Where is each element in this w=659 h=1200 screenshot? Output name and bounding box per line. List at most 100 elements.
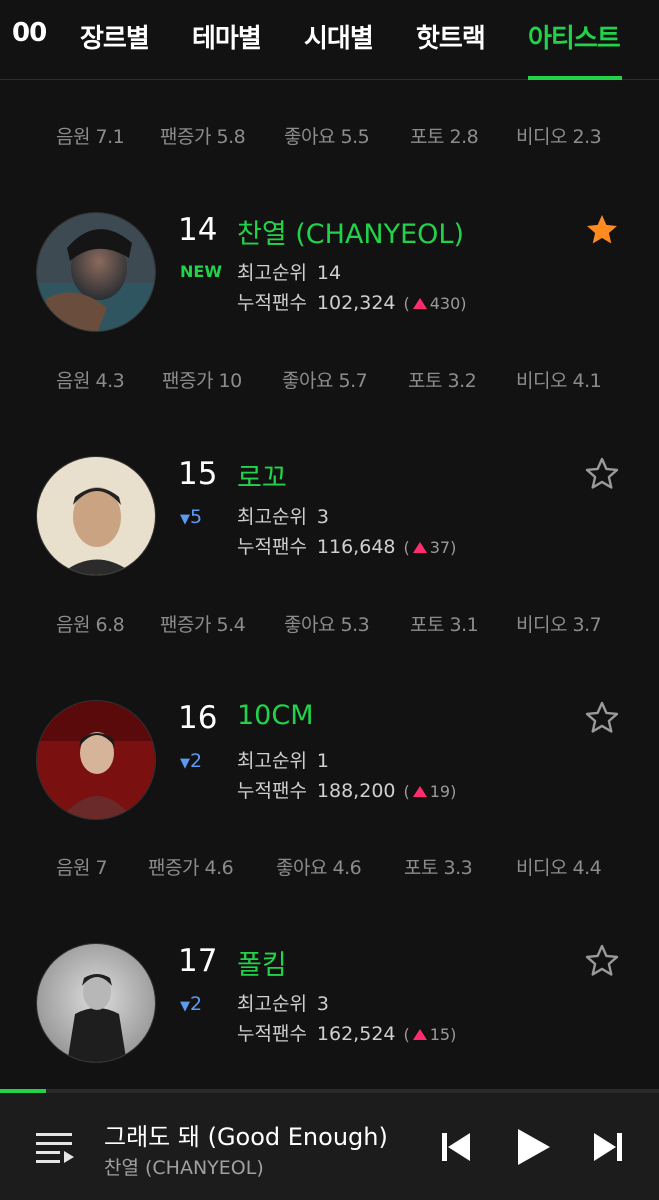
mini-player[interactable]: 그래도 돼 (Good Enough) 찬열 (CHANYEOL) — [0, 1093, 659, 1200]
fan-delta-value: 19 — [429, 782, 451, 801]
best-rank: 최고순위 14 — [237, 258, 341, 285]
star-icon[interactable] — [584, 212, 620, 248]
rank-change-value: 2 — [190, 993, 203, 1015]
stat-streaming: 음원 4.3 — [56, 370, 125, 392]
stats-row-16: 음원 7 팬증가 4.6 좋아요 4.6 포토 3.3 비디오 4.4 — [0, 853, 659, 883]
tab-theme[interactable]: 테마별 — [192, 18, 262, 55]
stat-likes: 좋아요 4.6 — [276, 857, 362, 879]
fan-delta-value: 37 — [429, 538, 451, 557]
artist-name[interactable]: 찬열 (CHANYEOL) — [237, 212, 464, 251]
stat-streaming: 음원 6.8 — [56, 614, 125, 636]
star-icon[interactable] — [584, 700, 620, 736]
best-rank-label: 최고순위 — [237, 750, 307, 772]
tab-era[interactable]: 시대별 — [304, 18, 374, 55]
down-arrow-icon: ▼ — [180, 999, 190, 1014]
artist-item[interactable]: 17 ▼2 폴킴 최고순위 3 누적팬수 162,524 (15) — [0, 943, 659, 1073]
avatar[interactable] — [36, 943, 156, 1063]
best-rank-label: 최고순위 — [237, 262, 307, 284]
best-rank-value: 1 — [316, 750, 330, 772]
now-playing-title[interactable]: 그래도 돼 (Good Enough) — [104, 1117, 388, 1152]
stat-likes: 좋아요 5.7 — [282, 370, 368, 392]
best-rank-value: 14 — [316, 262, 342, 284]
fan-count: 누적팬수 102,324 (430) — [237, 288, 467, 315]
down-arrow-icon: ▼ — [180, 512, 190, 527]
best-rank-value: 3 — [316, 993, 330, 1015]
tab-genre[interactable]: 장르별 — [80, 18, 150, 55]
fan-count-label: 누적팬수 — [237, 292, 307, 314]
avatar[interactable] — [36, 700, 156, 820]
play-icon[interactable] — [512, 1127, 552, 1167]
best-rank: 최고순위 3 — [237, 502, 329, 529]
artist-name[interactable]: 폴킴 — [237, 943, 287, 982]
stat-video: 비디오 4.4 — [516, 857, 602, 879]
skip-next-icon[interactable] — [588, 1127, 628, 1167]
now-playing-artist[interactable]: 찬열 (CHANYEOL) — [104, 1153, 264, 1180]
fan-delta: (19) — [403, 782, 457, 801]
fan-count-label: 누적팬수 — [237, 780, 307, 802]
stat-streaming: 음원 7 — [56, 857, 108, 879]
fan-count-value: 162,524 — [316, 1023, 396, 1045]
best-rank: 최고순위 3 — [237, 989, 329, 1016]
avatar[interactable] — [36, 456, 156, 576]
artist-name[interactable]: 로꼬 — [237, 456, 287, 495]
stat-photo: 포토 3.1 — [410, 614, 479, 636]
stat-fan-growth: 팬증가 5.8 — [160, 126, 246, 148]
rank-change-new: NEW — [180, 262, 222, 281]
rank-number: 15 — [178, 456, 218, 492]
avatar[interactable] — [36, 212, 156, 332]
stat-fan-growth: 팬증가 5.4 — [160, 614, 246, 636]
star-icon[interactable] — [584, 943, 620, 979]
rank-change-value: 5 — [190, 506, 203, 528]
stat-photo: 포토 3.2 — [408, 370, 477, 392]
tab-hottrack[interactable]: 핫트랙 — [416, 18, 486, 55]
fan-delta: (430) — [403, 294, 467, 313]
skip-previous-icon[interactable] — [436, 1127, 476, 1167]
rank-change: ▼5 — [180, 506, 202, 528]
fan-count: 누적팬수 188,200 (19) — [237, 776, 456, 803]
down-arrow-icon: ▼ — [180, 756, 190, 771]
stat-fan-growth: 팬증가 10 — [162, 370, 242, 392]
best-rank: 최고순위 1 — [237, 746, 329, 773]
stats-row-15: 음원 6.8 팬증가 5.4 좋아요 5.3 포토 3.1 비디오 3.7 — [0, 610, 659, 640]
best-rank-label: 최고순위 — [237, 993, 307, 1015]
stat-video: 비디오 3.7 — [516, 614, 602, 636]
fan-count: 누적팬수 116,648 (37) — [237, 532, 456, 559]
artist-item[interactable]: 14 NEW 찬열 (CHANYEOL) 최고순위 14 누적팬수 102,324 (… — [0, 212, 659, 342]
stat-likes: 좋아요 5.3 — [284, 614, 370, 636]
fan-delta-value: 15 — [429, 1025, 451, 1044]
tab-artist[interactable]: 아티스트 — [528, 18, 621, 55]
fan-count-value: 116,648 — [316, 536, 396, 558]
rank-number: 16 — [178, 700, 218, 736]
up-triangle-icon — [412, 298, 427, 309]
stat-photo: 포토 3.3 — [404, 857, 473, 879]
rank-change: ▼2 — [180, 750, 202, 772]
up-triangle-icon — [412, 1029, 427, 1040]
rank-number: 17 — [178, 943, 218, 979]
star-icon[interactable] — [584, 456, 620, 492]
best-rank-label: 최고순위 — [237, 506, 307, 528]
stat-photo: 포토 2.8 — [410, 126, 479, 148]
fan-delta: (15) — [403, 1025, 457, 1044]
artist-name[interactable]: 10CM — [237, 700, 314, 731]
stat-fan-growth: 팬증가 4.6 — [148, 857, 234, 879]
fan-count-label: 누적팬수 — [237, 536, 307, 558]
rank-change-value: 2 — [190, 750, 203, 772]
best-rank-value: 3 — [316, 506, 330, 528]
tab-partial[interactable]: 00 — [12, 18, 47, 48]
playlist-icon[interactable] — [34, 1129, 76, 1165]
stat-video: 비디오 4.1 — [516, 370, 602, 392]
rank-number: 14 — [178, 212, 218, 248]
rank-change: ▼2 — [180, 993, 202, 1015]
stats-row-14: 음원 4.3 팬증가 10 좋아요 5.7 포토 3.2 비디오 4.1 — [0, 366, 659, 396]
fan-delta-value: 430 — [429, 294, 461, 313]
artist-item[interactable]: 16 ▼2 10CM 최고순위 1 누적팬수 188,200 (19) — [0, 700, 659, 830]
stat-streaming: 음원 7.1 — [56, 126, 125, 148]
artist-item[interactable]: 15 ▼5 로꼬 최고순위 3 누적팬수 116,648 (37) — [0, 456, 659, 586]
up-triangle-icon — [412, 786, 427, 797]
fan-count: 누적팬수 162,524 (15) — [237, 1019, 456, 1046]
fan-count-value: 102,324 — [316, 292, 396, 314]
active-tab-indicator — [528, 76, 622, 80]
stats-row-13: 음원 7.1 팬증가 5.8 좋아요 5.5 포토 2.8 비디오 2.3 — [0, 122, 659, 152]
fan-delta: (37) — [403, 538, 457, 557]
fan-count-value: 188,200 — [316, 780, 396, 802]
